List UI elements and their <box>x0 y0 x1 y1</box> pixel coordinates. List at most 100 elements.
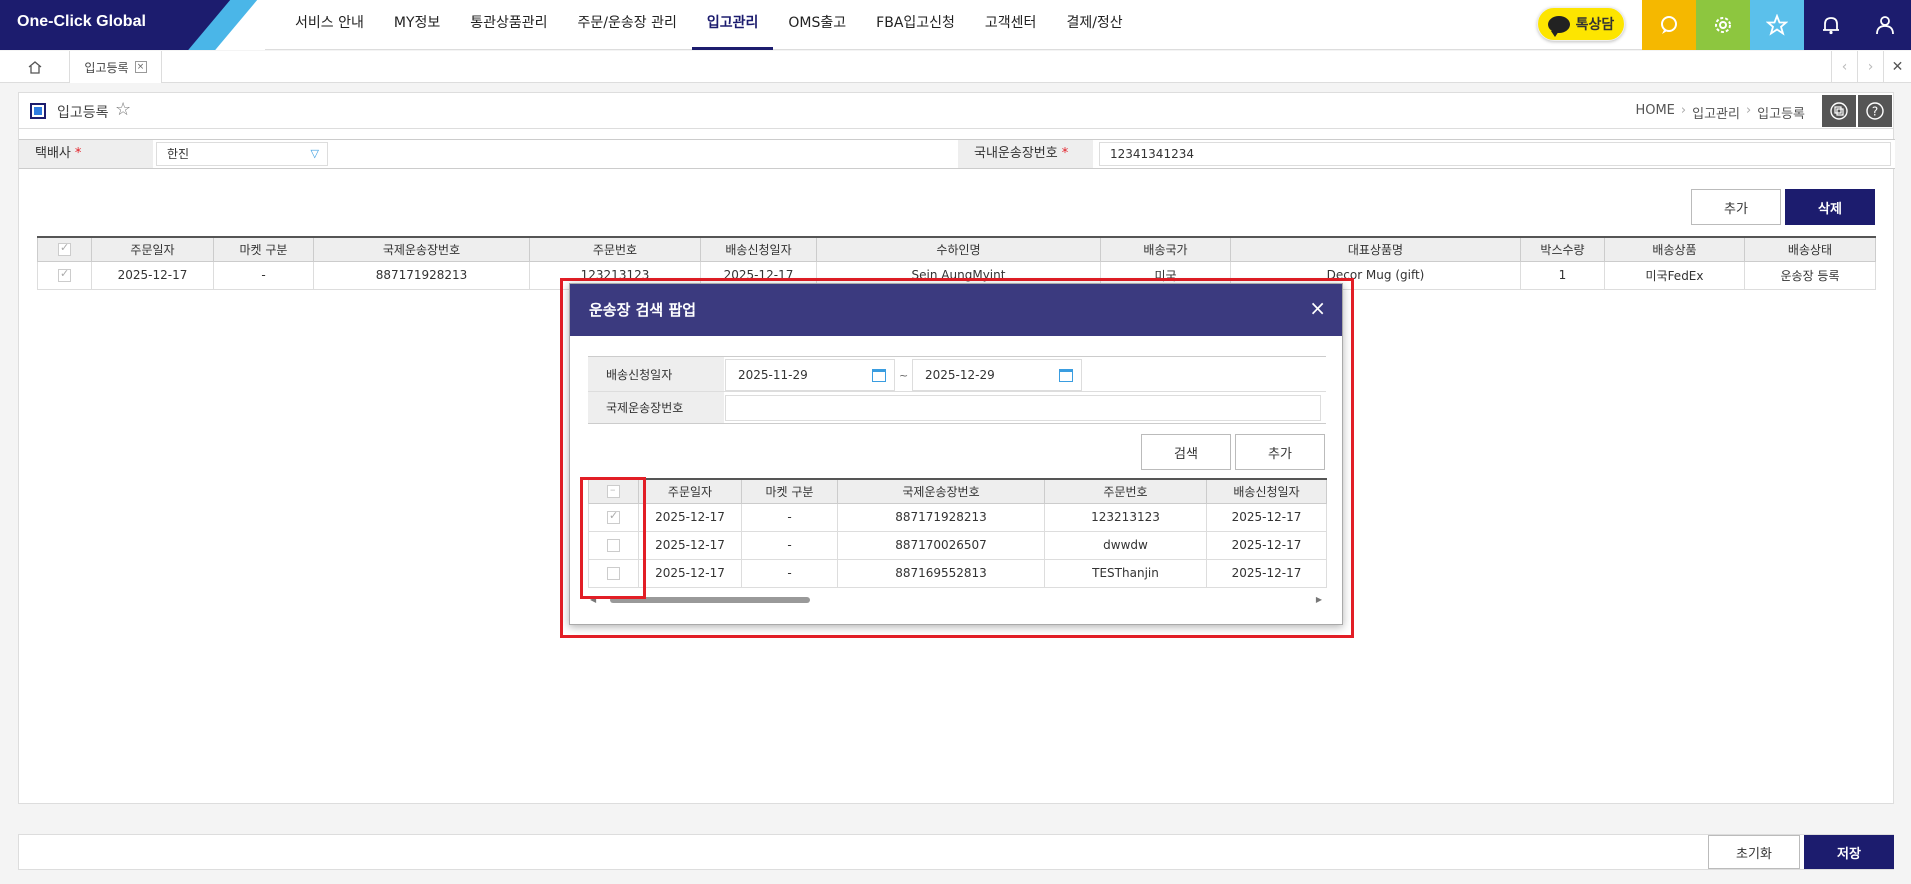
date-to-input[interactable]: 2025-12-29 <box>912 359 1082 391</box>
column-header[interactable]: 주문일자 <box>638 478 742 504</box>
save-button[interactable]: 저장 <box>1804 835 1894 869</box>
kakao-talk-button[interactable]: 톡상담 <box>1537 7 1625 41</box>
table-row[interactable]: 2025-12-17-887169552813 TESThanjin 2025-12… <box>588 558 1327 588</box>
chat-bubble-icon <box>1547 15 1570 37</box>
table-cell: 2025-12-17 <box>638 558 742 588</box>
close-icon[interactable]: × <box>1309 296 1326 320</box>
favorite-star-icon[interactable]: ☆ <box>115 99 131 120</box>
help-button[interactable]: ? <box>1858 95 1892 127</box>
tab-bar: 입고등록 × ‹ › ✕ <box>0 51 1911 83</box>
checkbox-column-highlight <box>580 477 646 599</box>
reset-button[interactable]: 초기화 <box>1708 835 1800 869</box>
modal-header: 운송장 검색 팝업 × <box>570 284 1342 336</box>
settings-icon[interactable] <box>1696 0 1750 50</box>
chevron-right-icon: › <box>1745 103 1752 118</box>
logo-text: One-Click Global <box>17 13 146 30</box>
copy-icon <box>1830 102 1848 120</box>
column-header[interactable]: 배송상태 <box>1744 236 1876 262</box>
menu-item[interactable]: 결제/정산 <box>1051 0 1137 50</box>
calendar-icon[interactable] <box>1059 369 1073 382</box>
column-header[interactable]: 마켓 구분 <box>213 236 314 262</box>
star-icon[interactable] <box>1750 0 1804 50</box>
column-header[interactable]: 수하인명 <box>816 236 1101 262</box>
menu-item[interactable]: 고객센터 <box>970 0 1052 50</box>
table-row[interactable]: 2025-12-17-8871719282131232131232025-12-… <box>588 502 1327 532</box>
column-header[interactable]: 대표상품명 <box>1230 236 1521 262</box>
table-cell: 2025-12-17 <box>638 530 742 560</box>
horizontal-scrollbar[interactable]: ◀ ▶ <box>588 595 1326 605</box>
table-cell: 123213123 <box>1044 502 1207 532</box>
calendar-icon[interactable] <box>872 369 886 382</box>
menu-item[interactable]: FBA입고신청 <box>861 0 970 50</box>
bell-icon[interactable] <box>1804 0 1858 50</box>
modal-add-button[interactable]: 추가 <box>1235 434 1325 470</box>
date-from-input[interactable]: 2025-11-29 <box>725 359 895 391</box>
screen-copy-button[interactable] <box>1822 95 1856 127</box>
column-header[interactable]: 배송상품 <box>1604 236 1745 262</box>
column-header[interactable]: 주문번호 <box>1044 478 1207 504</box>
column-header[interactable]: 주문번호 <box>529 236 701 262</box>
table-body: 2025-12-17-8871719282131232131232025-12-… <box>588 502 1327 588</box>
select-all-checkbox[interactable] <box>58 241 71 257</box>
table-row[interactable]: 2025-12-17-887170026507 dwwdw 2025-12-17 <box>588 530 1327 560</box>
date-from-value: 2025-11-29 <box>738 368 808 382</box>
column-header[interactable]: 주문일자 <box>91 236 214 262</box>
table-cell: 1 <box>1520 260 1605 290</box>
table-cell: 2025-12-17 <box>1206 502 1327 532</box>
tracking-search-modal: 운송장 검색 팝업 × 배송신청일자 2025-11-29 ~ 2025-12-… <box>569 283 1343 625</box>
intl-tracking-input[interactable] <box>725 395 1321 421</box>
talk-label: 톡상담 <box>1575 17 1615 33</box>
tab-prev-button[interactable]: ‹ <box>1831 51 1857 83</box>
column-header[interactable]: 박스수량 <box>1520 236 1605 262</box>
column-header[interactable]: 배송국가 <box>1100 236 1231 262</box>
breadcrumb-home[interactable]: HOME <box>1635 103 1674 122</box>
breadcrumb: HOME › 입고관리 › 입고등록 <box>1635 103 1805 122</box>
menu-item[interactable]: MY정보 <box>379 0 455 50</box>
table-header-row: 주문일자마켓 구분국제운송장번호주문번호배송신청일자수하인명배송국가대표상품명박… <box>37 236 1876 262</box>
add-button[interactable]: 추가 <box>1691 189 1781 225</box>
row-select-cell <box>37 260 92 290</box>
page-header: 입고등록 ☆ HOME › 입고관리 › 입고등록 ? <box>19 93 1893 129</box>
column-header[interactable]: 배송신청일자 <box>1206 478 1327 504</box>
page-title-icon <box>30 103 46 119</box>
table-cell: - <box>213 260 314 290</box>
home-tab[interactable] <box>0 51 70 83</box>
column-header[interactable]: 배송신청일자 <box>700 236 817 262</box>
column-header[interactable]: 마켓 구분 <box>741 478 838 504</box>
ship-date-label: 배송신청일자 <box>588 357 724 391</box>
date-range-separator: ~ <box>899 369 909 382</box>
menu-item[interactable]: 주문/운송장 관리 <box>563 0 692 50</box>
user-icon[interactable] <box>1858 0 1911 50</box>
chat-search-icon[interactable] <box>1642 0 1696 50</box>
courier-value: 한진 <box>167 147 190 161</box>
row-checkbox[interactable] <box>58 267 71 282</box>
column-header[interactable]: 국제운송장번호 <box>313 236 530 262</box>
close-tab-icon[interactable]: × <box>134 61 147 73</box>
menu-item[interactable]: OMS출고 <box>773 0 861 50</box>
table-cell: 2025-12-17 <box>638 502 742 532</box>
courier-select[interactable]: 한진 ▽ <box>156 142 328 166</box>
logo[interactable]: One-Click Global <box>0 0 265 50</box>
menu-item[interactable]: 통관상품관리 <box>455 0 562 50</box>
chevron-down-icon: ▽ <box>310 147 319 160</box>
domestic-tracking-input[interactable]: 12341341234 <box>1099 142 1891 166</box>
menu-item[interactable]: 서비스 안내 <box>280 0 379 50</box>
modal-search-button[interactable]: 검색 <box>1141 434 1231 470</box>
svg-text:?: ? <box>1872 105 1878 119</box>
column-header[interactable]: 국제운송장번호 <box>837 478 1045 504</box>
table-cell: - <box>741 558 838 588</box>
table-cell: 2025-12-17 <box>1206 558 1327 588</box>
table-cell: - <box>741 502 838 532</box>
table-cell: 2025-12-17 <box>91 260 214 290</box>
menu-item[interactable]: 입고관리 <box>691 0 774 50</box>
tab-inbound-registration[interactable]: 입고등록 × <box>70 51 162 83</box>
breadcrumb-inbound[interactable]: 입고관리 <box>1692 103 1740 122</box>
courier-label: 택배사 * <box>19 140 153 168</box>
tab-next-button[interactable]: › <box>1857 51 1883 83</box>
close-all-tabs-button[interactable]: ✕ <box>1883 51 1911 83</box>
domestic-tracking-label: 국내운송장번호 * <box>958 140 1093 168</box>
table-cell: dwwdw <box>1044 530 1207 560</box>
page-title: 입고등록 <box>57 105 109 121</box>
scroll-right-arrow-icon[interactable]: ▶ <box>1316 595 1322 604</box>
delete-button[interactable]: 삭제 <box>1785 189 1875 225</box>
